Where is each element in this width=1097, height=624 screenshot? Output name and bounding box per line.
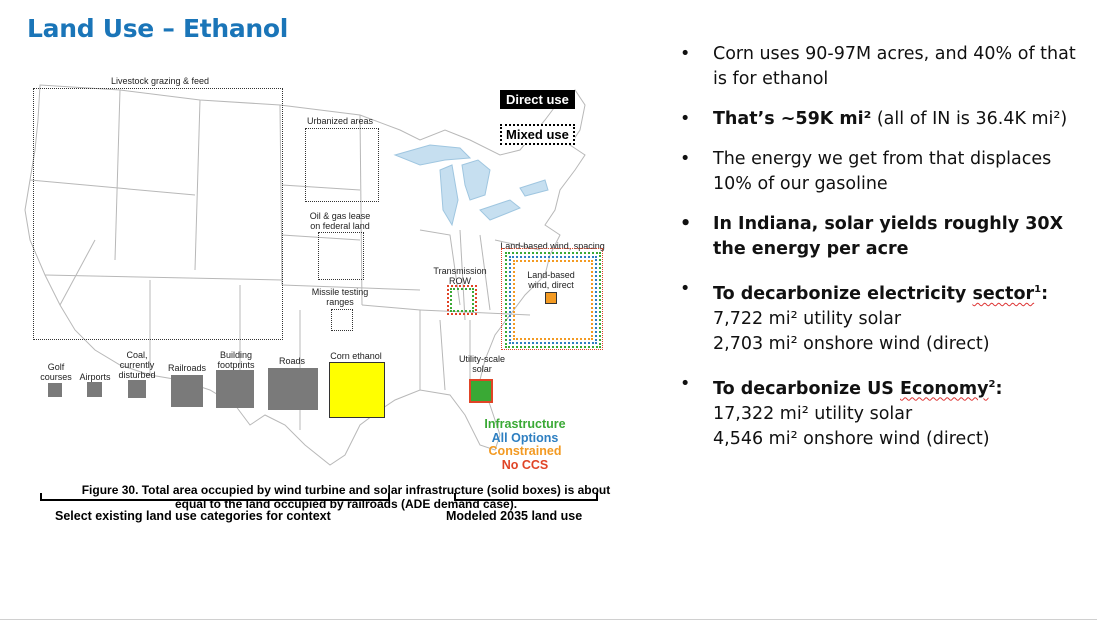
label-oil-gas-line2: on federal land [310,221,370,231]
box-oil-gas [318,232,364,280]
box-urbanized [305,128,379,202]
label-roads: Roads [278,356,305,366]
box-missile [331,309,353,331]
heading-post: : [1041,283,1049,304]
bullet-list: • Corn uses 90-97M acres, and 40% of tha… [680,42,1090,452]
label-coal-line2: currently [119,360,155,370]
label-urbanized: Urbanized areas [306,116,374,126]
label-building-line2: footprints [217,360,255,370]
label-wind-direct-line1: Land-based [527,270,575,280]
label-transmission: Transmission ROW [425,266,495,286]
label-golf-line1: Golf [47,362,65,372]
bullet-area: • That’s ~59K mi² (all of IN is 36.4K mi… [680,107,1090,132]
box-railroads [171,375,203,407]
bullet-text: The energy we get from that displaces 10… [713,149,1052,194]
bullet-heading: To decarbonize electricity sector1: [713,284,1048,304]
bullet-icon: • [680,109,691,129]
bullet-economy: • To decarbonize US Economy2: 17,322 mi²… [680,372,1090,452]
label-building-line1: Building [219,350,253,360]
heading-pre: To decarbonize electricity [713,283,973,304]
box-transmission [447,285,477,315]
label-golf-courses: Golf courses [36,362,76,382]
bullet-line: 2,703 mi² onshore wind (direct) [713,333,990,354]
box-golf-courses [48,383,62,397]
bullet-indiana-solar: • In Indiana, solar yields roughly 30X t… [680,212,1090,262]
scenario-all-options: All Options [491,430,559,445]
label-transmission-line1: Transmission [433,266,487,276]
slide-title: Land Use – Ethanol [27,14,289,43]
bullet-icon: • [680,279,691,299]
label-coal-line3: disturbed [118,370,156,380]
heading-spellcheck-word: Economy [900,378,989,399]
label-wind-direct: Land-based wind, direct [520,270,582,290]
heading-pre: To decarbonize US [713,378,900,399]
label-missile-line1: Missile testing [311,287,369,297]
scenario-legend: Infrastructure All Options Constrained N… [470,417,580,472]
scenario-constrained: Constrained [488,444,562,458]
box-building-footprints [216,370,254,408]
label-utility-solar-line2: solar [472,364,492,374]
label-livestock: Livestock grazing & feed [110,76,210,86]
label-wind-direct-line2: wind, direct [528,280,574,290]
box-wind-direct [545,292,557,304]
box-utility-solar [469,379,493,403]
bullet-text: In Indiana, solar yields roughly 30X the… [713,214,1064,259]
caption-line1: Figure 30. Total area occupied by wind t… [81,483,611,497]
legend-mixed-use: Mixed use [500,124,575,145]
bullet-icon: • [680,214,692,234]
bullet-energy: • The energy we get from that displaces … [680,147,1090,197]
scenario-infrastructure: Infrastructure [484,417,566,431]
box-airports [87,382,102,397]
legend-direct-use: Direct use [500,90,575,109]
label-railroads: Railroads [167,363,207,373]
figure-caption: Figure 30. Total area occupied by wind t… [32,483,660,511]
bracket-existing-label: Select existing land use categories for … [55,509,331,523]
bullet-icon: • [680,44,691,64]
label-corn-ethanol: Corn ethanol [330,351,382,361]
box-coal [128,380,146,398]
label-utility-solar-line1: Utility-scale [458,354,505,364]
scenario-no-ccs: No CCS [501,457,549,472]
label-missile: Missile testing ranges [295,287,385,307]
label-missile-line2: ranges [326,297,354,307]
label-coal-line1: Coal, [126,350,148,360]
label-oil-gas: Oil & gas lease on federal land [295,211,385,231]
label-airports: Airports [79,372,111,382]
bullet-line: 4,546 mi² onshore wind (direct) [713,428,990,449]
box-roads [268,368,318,410]
label-coal: Coal, currently disturbed [114,350,160,380]
divider [0,619,1097,620]
label-building-footprints: Building footprints [210,350,262,370]
heading-spellcheck-word: sector [972,283,1035,304]
heading-post: : [995,378,1003,399]
bullet-heading: To decarbonize US Economy2: [713,379,1002,399]
label-transmission-line2: ROW [449,276,471,286]
box-livestock [33,88,283,340]
bullet-icon: • [680,149,691,169]
bullet-text-bold: That’s ~59K mi² [713,109,872,129]
bullet-icon: • [680,373,691,394]
label-oil-gas-line1: Oil & gas lease [309,211,371,221]
bullet-electricity: • To decarbonize electricity sector1: 7,… [680,277,1090,357]
label-utility-solar: Utility-scale solar [450,354,514,374]
bullet-text: Corn uses 90-97M acres, and 40% of that … [713,44,1076,89]
box-corn-ethanol [329,362,385,418]
bullet-line: 7,722 mi² utility solar [713,308,902,329]
caption-line2: equal to the land occupied by railroads … [174,497,518,511]
bracket-modeled-label: Modeled 2035 land use [446,509,583,523]
bullet-line: 17,322 mi² utility solar [713,403,913,424]
label-golf-line2: courses [40,372,72,382]
bullet-text: (all of IN is 36.4K mi²) [871,109,1068,129]
bullet-corn-acres: • Corn uses 90-97M acres, and 40% of tha… [680,42,1090,92]
